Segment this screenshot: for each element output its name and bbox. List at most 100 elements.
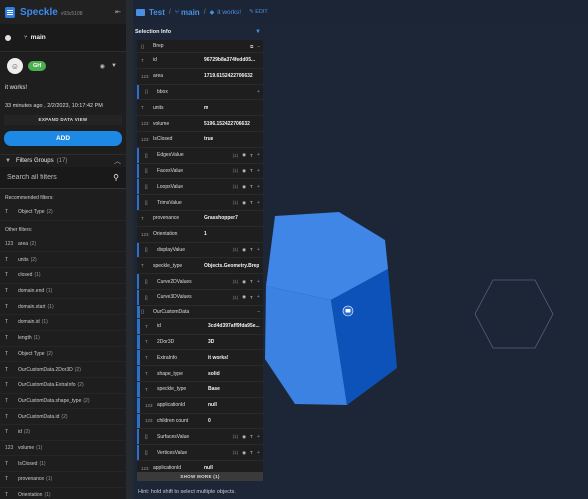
filter-item[interactable]: Tunits (2) xyxy=(0,252,126,269)
eye-icon[interactable]: ◉ xyxy=(242,247,246,253)
text-filter-icon[interactable]: T xyxy=(250,247,253,252)
breadcrumb-stream[interactable]: Test xyxy=(149,8,165,17)
text-filter-icon[interactable]: T xyxy=(250,295,253,300)
eye-icon[interactable]: ◉ xyxy=(242,200,246,206)
text-filter-icon[interactable]: T xyxy=(250,434,253,439)
property-row[interactable]: [] VerticesValue (1) ◉ T + xyxy=(137,445,263,461)
property-row[interactable]: 123 area 1719.6152422706632 xyxy=(137,69,263,85)
object-header[interactable]: {} Brep ⧉ − xyxy=(137,40,263,53)
eye-icon[interactable]: ◉ xyxy=(242,184,246,190)
filter-item[interactable]: T OurCustomData.ExtraInfo (2) xyxy=(0,378,126,394)
eye-icon[interactable]: ◉ xyxy=(242,294,246,300)
plus-icon[interactable]: + xyxy=(257,168,260,174)
panel-divider[interactable] xyxy=(126,0,133,499)
search-icon[interactable]: ⚲ xyxy=(113,173,119,182)
plus-icon[interactable]: + xyxy=(257,294,260,300)
filter-item-name: closed xyxy=(18,272,33,279)
property-row[interactable]: Tid 96729b8a374fedd05... xyxy=(137,53,263,69)
avatar[interactable]: ☺ xyxy=(7,58,23,74)
expand-data-view-button[interactable]: EXPAND DATA VIEW xyxy=(4,115,122,125)
filter-icon[interactable]: ▼ xyxy=(111,63,117,70)
filter-item[interactable]: T OurCustomData.id (2) xyxy=(0,409,126,425)
property-row[interactable]: Tid 3cd4d397aff9fda95e... xyxy=(137,318,263,335)
text-filter-icon[interactable]: T xyxy=(250,279,253,284)
text-filter-icon[interactable]: T xyxy=(250,200,253,205)
filter-item[interactable]: T OurCustomData.2Dor3D (2) xyxy=(0,362,126,378)
plus-icon[interactable]: + xyxy=(257,184,260,190)
property-row[interactable]: 123 applicationId null xyxy=(137,397,263,414)
chevron-up-icon[interactable]: ︿ xyxy=(114,156,121,166)
property-row[interactable]: Tspeckle_type Base xyxy=(137,381,263,398)
branch-selector[interactable]: ⑂ main xyxy=(0,24,126,52)
filter-item[interactable]: 123 volume (1) xyxy=(0,441,126,457)
add-button[interactable]: ADD xyxy=(4,131,122,146)
viewer-hint: Hint: hold shift to select multiple obje… xyxy=(138,489,236,495)
filter-item[interactable]: T IsClosed (1) xyxy=(0,456,126,472)
property-value: 1719.6152422706632 xyxy=(204,73,253,80)
eye-icon[interactable]: ◉ xyxy=(242,152,246,158)
plus-icon[interactable]: + xyxy=(257,434,260,440)
plus-icon[interactable]: + xyxy=(257,279,260,285)
eye-icon[interactable]: ◉ xyxy=(100,63,105,70)
property-row[interactable]: 123 IsClosed true xyxy=(137,132,263,148)
property-row[interactable]: Tshape_type solid xyxy=(137,366,263,382)
plus-icon[interactable]: + xyxy=(257,200,260,206)
filter-item[interactable]: T OurCustomData.shape_type (2) xyxy=(0,394,126,410)
breadcrumb-branch[interactable]: main xyxy=(181,8,200,17)
plus-icon[interactable]: + xyxy=(257,247,260,253)
eye-icon[interactable]: ◉ xyxy=(242,434,246,440)
plus-icon[interactable]: + xyxy=(257,89,260,95)
filter-item[interactable]: T Object Type (2) xyxy=(0,205,126,221)
plus-icon[interactable]: + xyxy=(257,450,260,456)
filter-item[interactable]: Tid (2) xyxy=(0,425,126,441)
property-row[interactable]: T 2Dor3D 3D xyxy=(137,334,263,351)
filter-item[interactable]: Tdomain.id (1) xyxy=(0,315,126,331)
text-filter-icon[interactable]: T xyxy=(250,184,253,189)
edit-button[interactable]: ✎ EDIT xyxy=(249,9,268,15)
filter-icon[interactable]: ▼ xyxy=(255,29,261,35)
filter-item[interactable]: T Orientation (1) xyxy=(0,488,126,499)
collapse-icon[interactable]: − xyxy=(257,309,260,314)
property-row[interactable]: 123 children count 0 xyxy=(137,413,263,430)
property-row[interactable]: Tprovenance Grasshopper7 xyxy=(137,211,263,227)
property-row[interactable]: [] EdgesValue (1) ◉ T + xyxy=(137,147,263,164)
eye-icon[interactable]: ◉ xyxy=(242,450,246,456)
show-more-button[interactable]: SHOW MORE (1) xyxy=(137,472,263,481)
property-row[interactable]: {} bbox + xyxy=(137,84,263,101)
property-row[interactable]: Tspeckle_type Objects.Geometry.Brep xyxy=(137,258,263,275)
edit-label: EDIT xyxy=(255,9,268,15)
text-filter-icon[interactable]: T xyxy=(250,450,253,455)
filter-item[interactable]: T Object Type (2) xyxy=(0,347,126,363)
breadcrumb-commit[interactable]: it works! xyxy=(217,9,241,16)
property-row[interactable]: [] LoopsValue (1) ◉ T + xyxy=(137,179,263,196)
arrow-left-icon[interactable]: ⇤ xyxy=(115,8,121,16)
property-row[interactable]: [] TrimsValue (1) ◉ T + xyxy=(137,195,263,211)
plus-icon[interactable]: + xyxy=(257,152,260,158)
filter-item[interactable]: 123 area (2) xyxy=(0,237,126,253)
filter-search-input[interactable] xyxy=(7,174,102,181)
property-row[interactable]: 123 volume 5196.152422706632 xyxy=(137,116,263,132)
filter-item[interactable]: Tclosed (1) xyxy=(0,268,126,284)
property-row[interactable]: [] FacesValue (1) ◉ T + xyxy=(137,163,263,180)
filter-item[interactable]: Tlength (1) xyxy=(0,331,126,347)
property-row[interactable]: [] Curve3DValues (1) ◉ T + xyxy=(137,289,263,306)
property-row[interactable]: [] displayValue (1) ◉ T + xyxy=(137,242,263,259)
property-value: m xyxy=(204,104,209,111)
custom-data-header[interactable]: {} OurCustomData − xyxy=(137,305,263,319)
filter-item[interactable]: Tprovenance (1) xyxy=(0,472,126,488)
open-external-icon[interactable]: ⧉ xyxy=(250,44,253,49)
text-filter-icon[interactable]: T xyxy=(250,168,253,173)
filter-item[interactable]: Tdomain.end (1) xyxy=(0,284,126,300)
property-row[interactable]: T ExtraInfo it works! xyxy=(137,350,263,367)
text-filter-icon[interactable]: T xyxy=(250,153,253,158)
filters-groups-header[interactable]: ▼ Filters Groups (17) ︿ xyxy=(0,154,126,167)
property-row[interactable]: [] Curve2DValues (1) ◉ T + xyxy=(137,274,263,290)
eye-icon[interactable]: ◉ xyxy=(242,168,246,174)
eye-icon[interactable]: ◉ xyxy=(242,279,246,285)
filter-item[interactable]: Tdomain.start (1) xyxy=(0,299,126,316)
property-row[interactable]: [] SurfacesValue (1) ◉ T + xyxy=(137,429,263,446)
property-list: Tid 96729b8a374fedd05... 123 area 1719.61524… xyxy=(137,53,263,306)
property-row[interactable]: Tunits m xyxy=(137,100,263,117)
property-row[interactable]: 123 Orientation 1 xyxy=(137,227,263,243)
collapse-icon[interactable]: − xyxy=(257,44,260,49)
